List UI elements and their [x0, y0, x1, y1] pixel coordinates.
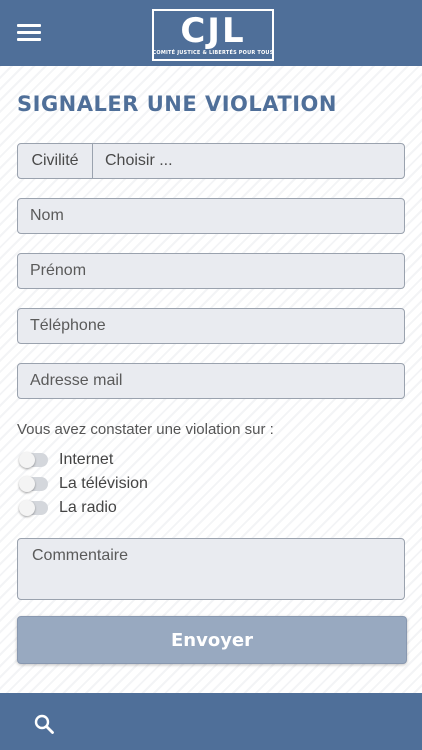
toggle-switch-radio[interactable]: [19, 500, 48, 516]
civilite-selected-value[interactable]: Choisir ...: [93, 152, 173, 170]
violation-question: Vous avez constater une violation sur :: [17, 421, 274, 438]
logo-text: CJL: [180, 11, 246, 51]
search-icon[interactable]: [34, 714, 54, 734]
civilite-prefix-label: Civilité: [18, 144, 93, 178]
telephone-input[interactable]: [18, 317, 404, 335]
prenom-field-wrapper: [17, 253, 405, 289]
email-field-wrapper: [17, 363, 405, 399]
comment-textarea[interactable]: [18, 539, 404, 599]
option-television[interactable]: La télévision: [19, 474, 148, 494]
option-label-radio: La radio: [59, 499, 117, 516]
option-radio[interactable]: La radio: [19, 498, 117, 518]
prenom-input[interactable]: [18, 262, 404, 280]
civilite-select[interactable]: Civilité Choisir ...: [17, 143, 405, 179]
toggle-switch-television[interactable]: [19, 476, 48, 492]
toggle-switch-internet[interactable]: [19, 452, 48, 468]
hamburger-icon[interactable]: [17, 24, 41, 42]
option-label-internet: Internet: [59, 451, 114, 468]
email-input[interactable]: [18, 372, 404, 390]
cjl-logo[interactable]: CJL COMITÉ JUSTICE & LIBERTÉS POUR TOUS: [152, 9, 274, 61]
option-internet[interactable]: Internet: [19, 450, 114, 470]
page-title: SIGNALER UNE VIOLATION: [17, 92, 337, 116]
nom-field-wrapper: [17, 198, 405, 234]
app-footer: [0, 693, 422, 750]
telephone-field-wrapper: [17, 308, 405, 344]
logo-tagline: COMITÉ JUSTICE & LIBERTÉS POUR TOUS: [152, 50, 274, 56]
comment-field-wrapper: [17, 538, 405, 600]
nom-input[interactable]: [18, 207, 404, 225]
app-header: CJL COMITÉ JUSTICE & LIBERTÉS POUR TOUS: [0, 0, 422, 66]
submit-button[interactable]: Envoyer: [17, 616, 407, 664]
option-label-television: La télévision: [59, 475, 148, 492]
